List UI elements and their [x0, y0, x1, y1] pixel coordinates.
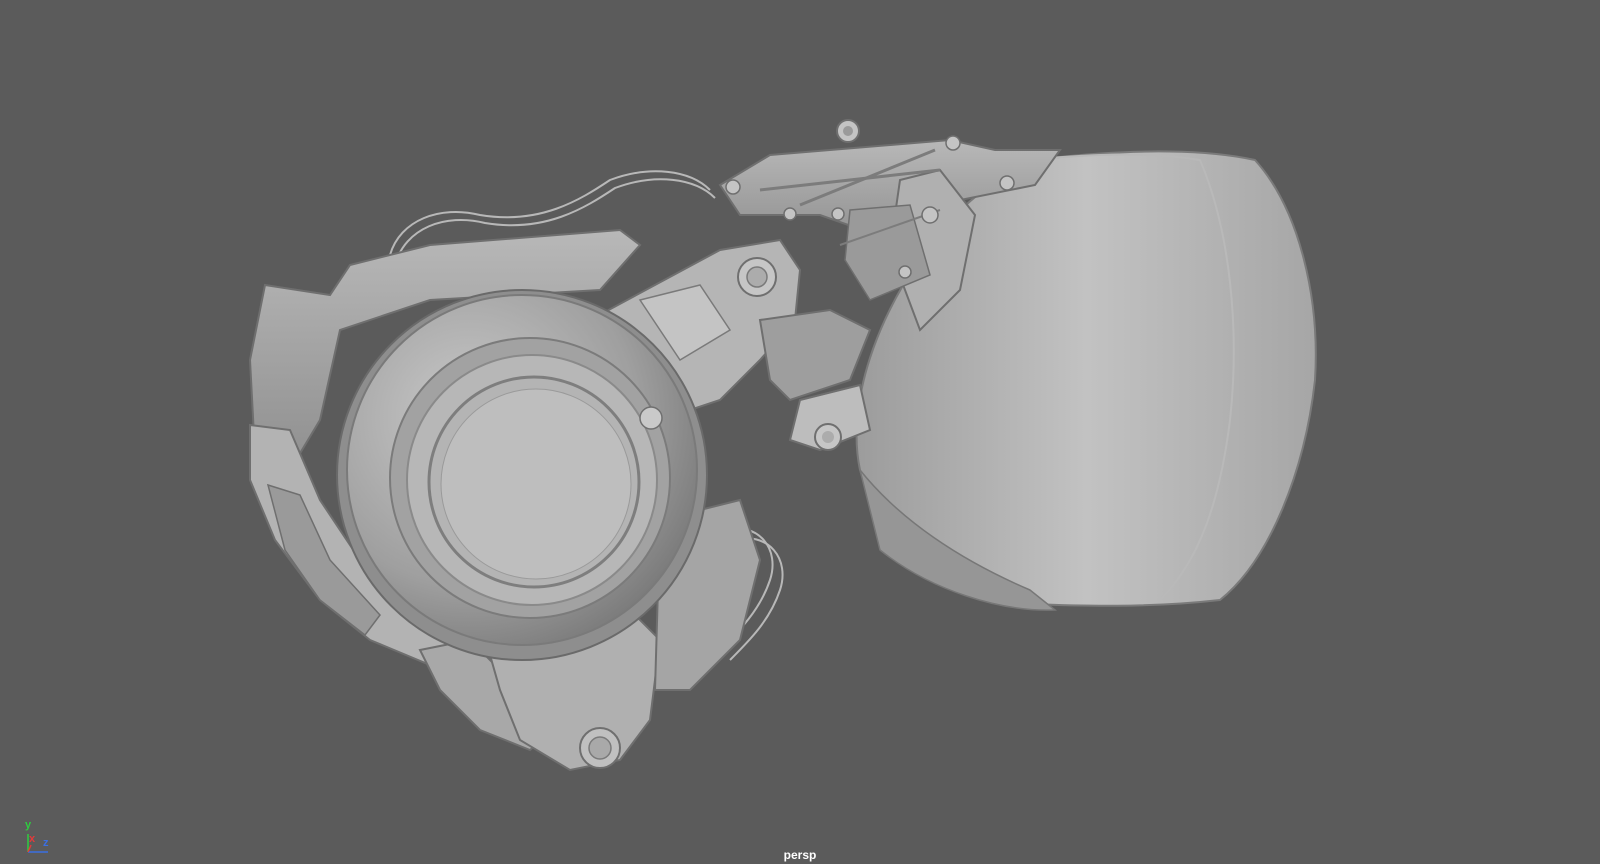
- lens-assembly: [336, 289, 708, 661]
- mechanical-visor-model[interactable]: [0, 0, 1600, 864]
- persp-viewport[interactable]: y x z persp: [0, 0, 1600, 864]
- camera-name-label: persp: [783, 848, 817, 862]
- y-axis-label: y: [25, 819, 32, 831]
- x-axis-label: x: [29, 833, 36, 845]
